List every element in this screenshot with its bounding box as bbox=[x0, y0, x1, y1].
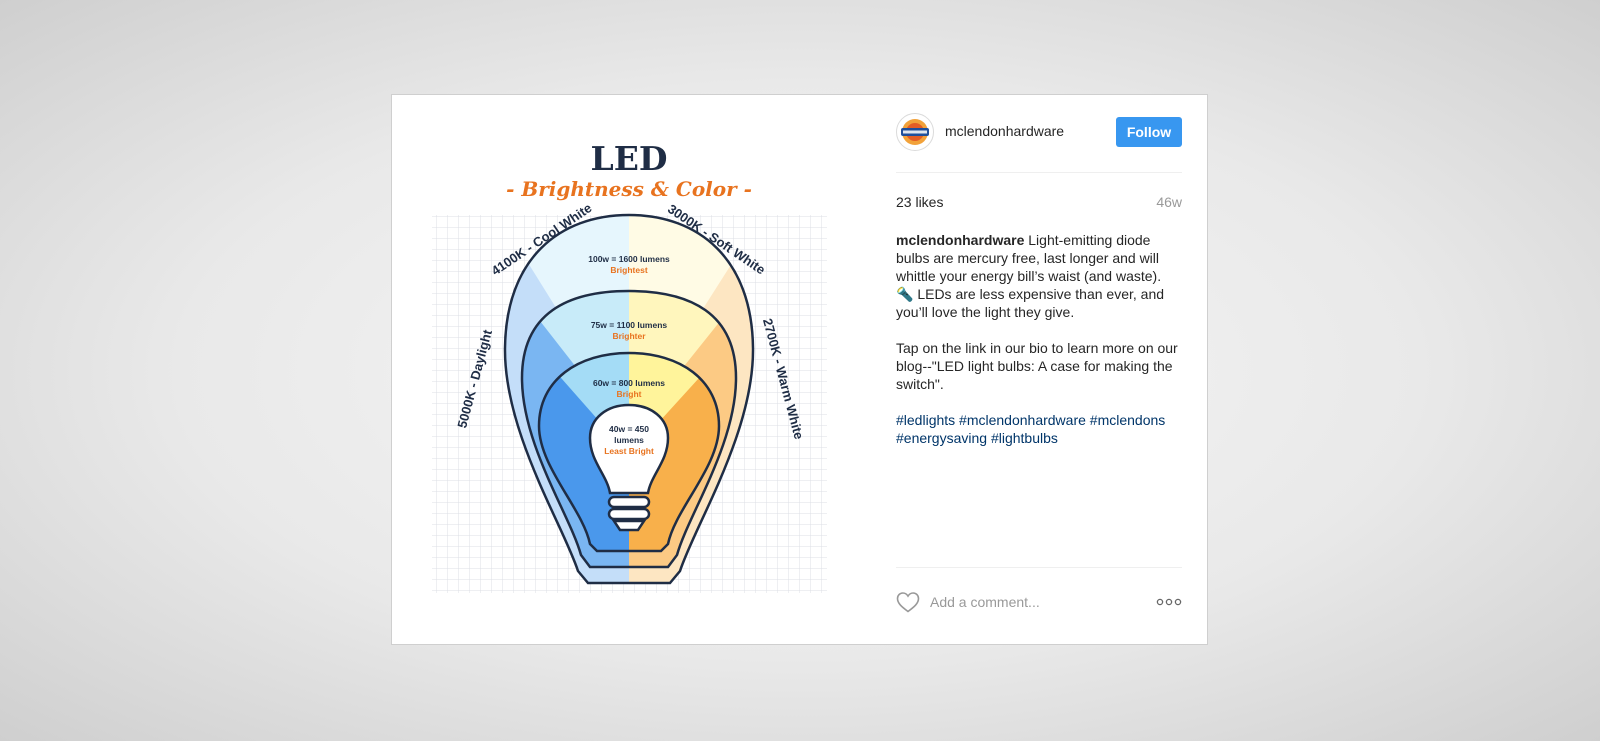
likes-count[interactable]: 23 likes bbox=[896, 194, 943, 210]
username[interactable]: mclendonhardware bbox=[945, 123, 1064, 139]
caption-author[interactable]: mclendonhardware bbox=[896, 232, 1024, 248]
hashtag-link[interactable]: #ledlights bbox=[896, 412, 955, 428]
avatar[interactable] bbox=[896, 113, 934, 151]
post-age[interactable]: 46w bbox=[1156, 194, 1182, 210]
hashtag-link[interactable]: #mclendons bbox=[1090, 412, 1166, 428]
infographic-subtitle: - Brightness & Color - bbox=[506, 177, 752, 201]
led-infographic: LED - Brightness & Color - 100w = 1600 l… bbox=[432, 139, 827, 593]
post-header: mclendonhardware Follow bbox=[896, 113, 1182, 153]
caption-paragraph: mclendonhardware Light-emitting diode bu… bbox=[896, 231, 1182, 321]
level-75w-label: 75w = 1100 lumens bbox=[591, 320, 668, 330]
level-100w-label: 100w = 1600 lumens bbox=[588, 254, 670, 264]
level-60w-label: 60w = 800 lumens bbox=[593, 378, 665, 388]
post-card: LED - Brightness & Color - 100w = 1600 l… bbox=[391, 94, 1208, 645]
hashtag-link[interactable]: #mclendonhardware bbox=[959, 412, 1086, 428]
level-75w-brightness: Brighter bbox=[612, 331, 646, 341]
flashlight-emoji: 🔦 bbox=[896, 286, 914, 302]
caption: mclendonhardware Light-emitting diode bu… bbox=[896, 231, 1182, 465]
hashtag-link[interactable]: #energysaving bbox=[896, 430, 987, 446]
divider bbox=[896, 172, 1182, 173]
post-sidebar: mclendonhardware Follow 23 likes 46w mcl… bbox=[896, 95, 1182, 644]
hashtag-link[interactable]: #lightbulbs bbox=[991, 430, 1058, 446]
level-40w-brightness: Least Bright bbox=[604, 446, 654, 456]
level-60w-brightness: Bright bbox=[616, 389, 641, 399]
hashtags: #ledlights #mclendonhardware #mclendons … bbox=[896, 411, 1182, 447]
more-options-icon[interactable] bbox=[1156, 593, 1182, 611]
follow-button[interactable]: Follow bbox=[1116, 117, 1182, 147]
level-40w-label-unit: lumens bbox=[614, 435, 644, 445]
divider bbox=[896, 567, 1182, 568]
heart-icon[interactable] bbox=[896, 591, 920, 613]
level-100w-brightness: Brightest bbox=[610, 265, 647, 275]
infographic-title: LED bbox=[591, 139, 668, 178]
store-logo-icon bbox=[901, 119, 929, 145]
post-image: LED - Brightness & Color - 100w = 1600 l… bbox=[392, 95, 867, 644]
add-comment-input[interactable] bbox=[930, 591, 1150, 613]
level-40w-label: 40w = 450 bbox=[609, 424, 649, 434]
caption-paragraph-2: Tap on the link in our bio to learn more… bbox=[896, 340, 1178, 392]
caption-text-2: LEDs are less expensive than ever, and y… bbox=[896, 286, 1165, 320]
